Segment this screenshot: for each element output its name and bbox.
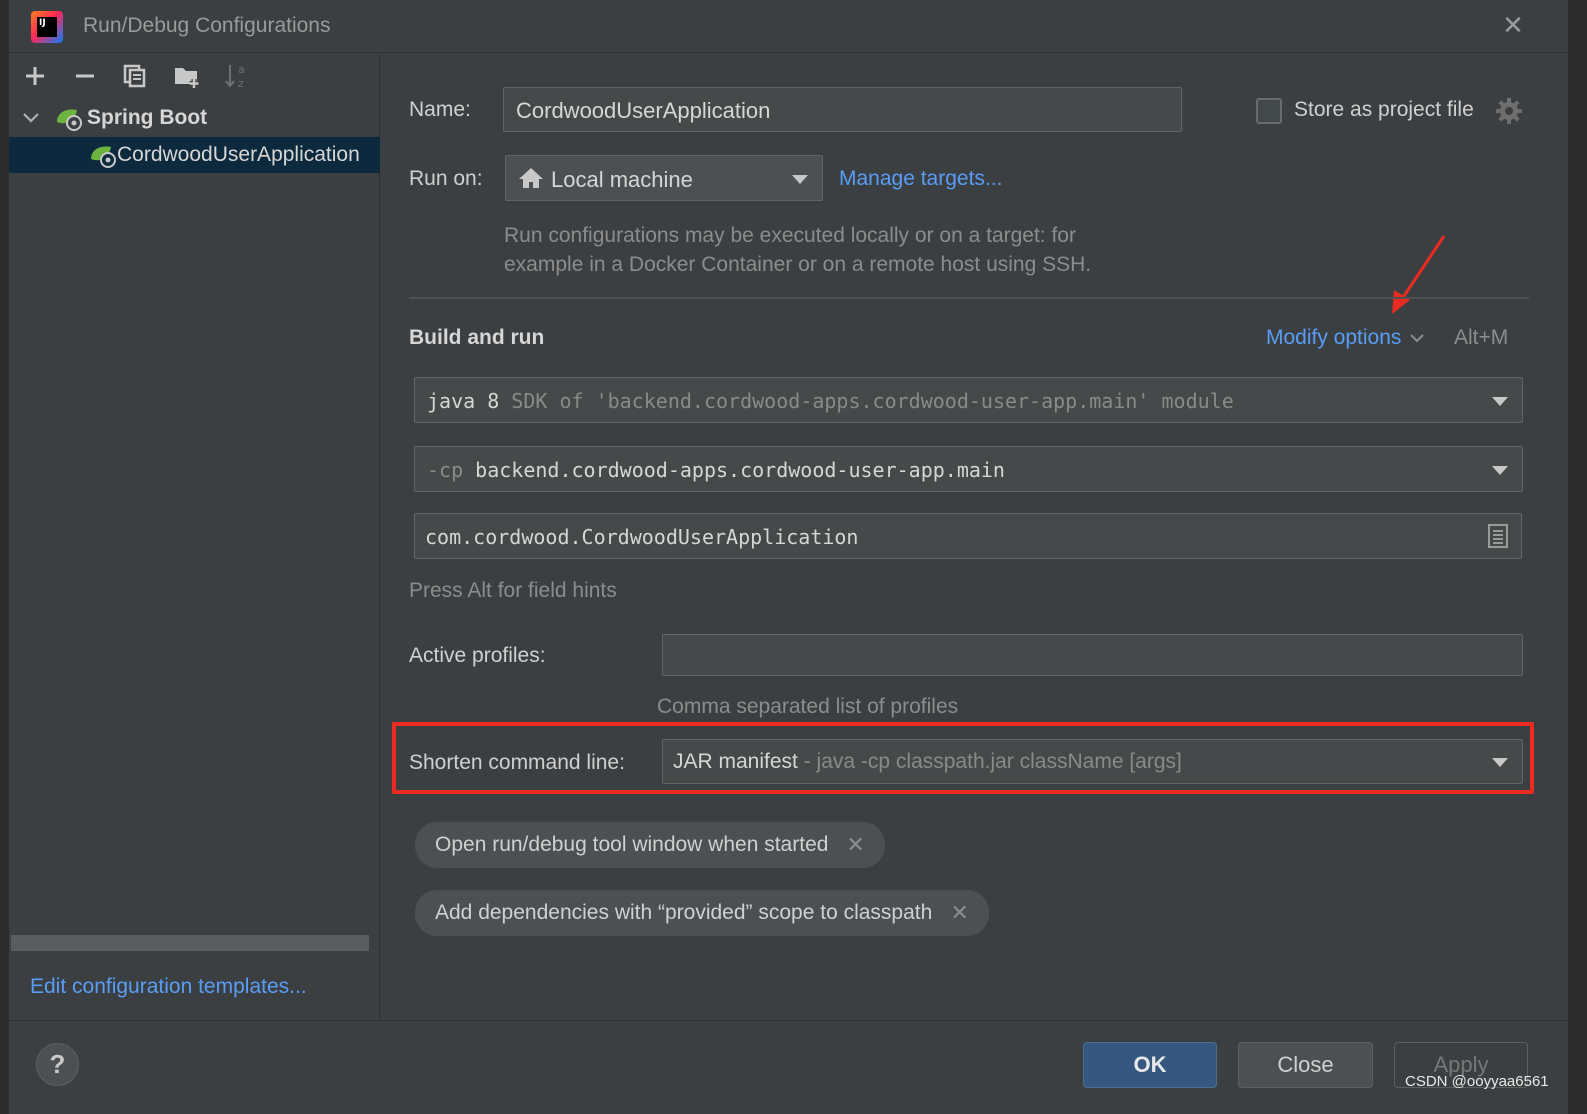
edit-configuration-templates-link[interactable]: Edit configuration templates... xyxy=(30,975,307,999)
main-class-value: com.cordwood.CordwoodUserApplication xyxy=(425,525,859,549)
name-label: Name: xyxy=(409,98,471,121)
tree-item-label: CordwoodUserApplication xyxy=(117,143,360,166)
jre-main: java 8 xyxy=(427,389,500,413)
chevron-down-icon xyxy=(1410,334,1425,343)
field-hints-text: Press Alt for field hints xyxy=(409,579,617,602)
tree-item-cordwood-user-application[interactable]: CordwoodUserApplication xyxy=(9,137,380,173)
option-chip[interactable]: Add dependencies with “provided” scope t… xyxy=(415,890,989,936)
store-as-project-file-label: Store as project file xyxy=(1294,98,1474,121)
jre-detail: SDK of 'backend.cordwood-apps.cordwood-u… xyxy=(511,389,1234,413)
sort-alpha-icon: a z xyxy=(225,63,245,90)
shorten-command-line-dropdown[interactable]: JAR manifest - java -cp classpath.jar cl… xyxy=(662,739,1523,784)
spring-boot-icon xyxy=(55,106,83,131)
jre-dropdown[interactable]: java 8 SDK of 'backend.cordwood-apps.cor… xyxy=(414,377,1523,423)
modify-options-label: Modify options xyxy=(1266,326,1402,349)
browse-document-icon[interactable] xyxy=(1488,524,1508,548)
home-icon xyxy=(519,168,543,188)
tree-group-spring-boot[interactable]: Spring Boot xyxy=(9,100,380,136)
window-left-edge xyxy=(0,0,9,1114)
remove-option-icon[interactable]: ✕ xyxy=(950,900,968,926)
svg-text:a: a xyxy=(238,63,245,76)
configurations-sidebar xyxy=(9,54,380,1020)
app-icon-label: IJ xyxy=(37,17,57,37)
shorten-value: JAR manifest xyxy=(673,750,798,773)
chevron-down-icon[interactable] xyxy=(21,108,41,128)
ok-button[interactable]: OK xyxy=(1083,1042,1217,1088)
copy-configuration-button[interactable] xyxy=(120,61,150,91)
copy-icon xyxy=(123,64,146,88)
window-right-edge xyxy=(1568,0,1587,1114)
folder-add-icon xyxy=(175,68,199,88)
intellij-app-icon: IJ xyxy=(31,11,63,43)
add-configuration-button[interactable] xyxy=(20,61,50,91)
run-on-hint-line2: example in a Docker Container or on a re… xyxy=(504,253,1092,276)
cp-prefix: -cp xyxy=(427,458,464,482)
name-field-value: CordwoodUserApplication xyxy=(516,98,771,123)
section-separator xyxy=(409,297,1529,299)
tree-group-label: Spring Boot xyxy=(87,106,208,129)
option-chip-label: Open run/debug tool window when started xyxy=(435,833,829,856)
modify-options-link[interactable]: Modify options xyxy=(1266,326,1425,350)
new-folder-button[interactable] xyxy=(172,61,202,91)
build-and-run-heading: Build and run xyxy=(409,326,545,349)
window-title: Run/Debug Configurations xyxy=(83,14,331,37)
classpath-module-dropdown[interactable]: -cp backend.cordwood-apps.cordwood-user-… xyxy=(414,446,1523,492)
active-profiles-label: Active profiles: xyxy=(409,644,546,667)
modify-options-shortcut: Alt+M xyxy=(1454,326,1509,349)
close-icon[interactable]: ✕ xyxy=(1500,12,1526,38)
option-chip[interactable]: Open run/debug tool window when started … xyxy=(415,822,885,868)
cp-value: backend.cordwood-apps.cordwood-user-app.… xyxy=(475,458,1005,482)
close-button[interactable]: Close xyxy=(1238,1042,1373,1088)
spring-boot-run-icon xyxy=(89,143,117,168)
active-profiles-input[interactable] xyxy=(662,634,1523,676)
run-on-hint-line1: Run configurations may be executed local… xyxy=(504,224,1076,247)
sort-configurations-button[interactable]: a z xyxy=(222,61,252,91)
manage-targets-link[interactable]: Manage targets... xyxy=(839,167,1002,191)
sidebar-horizontal-scrollbar[interactable] xyxy=(11,935,369,951)
run-on-label: Run on: xyxy=(409,167,483,190)
shorten-command-line-label: Shorten command line: xyxy=(409,751,625,774)
main-class-field[interactable]: com.cordwood.CordwoodUserApplication xyxy=(414,513,1522,559)
dropdown-arrow-icon xyxy=(1492,397,1508,406)
watermark: CSDN @ooyyaa6561 xyxy=(1405,1073,1549,1090)
svg-text:z: z xyxy=(238,77,244,90)
minus-icon xyxy=(76,74,94,78)
dropdown-arrow-icon xyxy=(792,175,808,184)
run-on-dropdown[interactable]: Local machine xyxy=(505,155,823,201)
remove-option-icon[interactable]: ✕ xyxy=(846,832,864,858)
help-button[interactable]: ? xyxy=(36,1043,79,1086)
plus-icon xyxy=(26,67,44,85)
name-field[interactable]: CordwoodUserApplication xyxy=(503,87,1182,132)
active-profiles-hint: Comma separated list of profiles xyxy=(657,695,959,718)
run-on-value: Local machine xyxy=(551,167,693,192)
shorten-detail: - java -cp classpath.jar className [args… xyxy=(803,750,1182,773)
red-arrow-annotation-icon xyxy=(1392,235,1446,314)
option-chip-label: Add dependencies with “provided” scope t… xyxy=(435,901,933,924)
dropdown-arrow-icon xyxy=(1492,758,1508,767)
store-as-project-file-checkbox[interactable] xyxy=(1256,98,1282,124)
gear-icon[interactable] xyxy=(1494,96,1524,126)
remove-configuration-button[interactable] xyxy=(70,61,100,91)
dropdown-arrow-icon xyxy=(1492,466,1508,475)
